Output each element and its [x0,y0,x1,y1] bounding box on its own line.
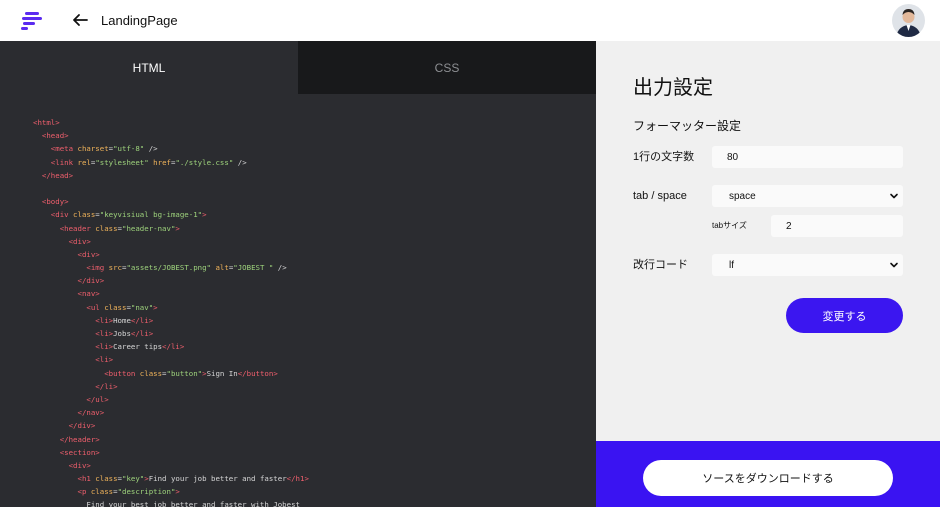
chevron-down-icon [890,193,898,199]
avatar-image [892,4,925,37]
code-line: <button class="button">Sign In</button> [33,368,278,378]
output-settings-panel: 出力設定 フォーマッター設定 1行の文字数 80 tab / space spa… [596,41,940,441]
code-line: <h1 class="key">Find your job better and… [33,474,309,484]
code-line: <li> [33,355,114,365]
tab-html[interactable]: HTML [0,41,298,94]
user-avatar[interactable] [892,4,925,37]
newline-code-select[interactable]: lf [712,254,903,276]
code-line: <html> [33,118,60,127]
code-content[interactable]: <html> <head> <meta charset="utf-8" /> <… [33,116,309,507]
code-line: </nav> [33,408,105,418]
code-line: <body> [33,197,69,207]
apply-settings-button[interactable]: 変更する [786,298,903,333]
chars-per-line-input[interactable]: 80 [712,146,903,168]
code-line: <div> [33,236,91,246]
code-line: <div> [33,460,91,470]
code-line: <img src="assets/JOBEST.png" alt="JOBEST… [33,263,287,273]
code-line: </div> [33,276,105,286]
tab-css[interactable]: CSS [298,41,596,94]
code-line: <ul class="nav"> [33,302,158,312]
code-line: <div> [33,249,100,259]
code-line: <link rel="stylesheet" href="./style.css… [33,157,247,167]
page-title: LandingPage [101,13,178,28]
code-line: <header class="header-nav"> [33,223,180,233]
download-panel: ソースをダウンロードする [596,441,940,507]
code-line: <head> [33,131,69,141]
code-line: </head> [33,170,74,180]
app-header: LandingPage [0,0,940,41]
code-line: <div class="keyvisiual bg-image-1"> [33,210,207,220]
code-line: Find your best job better and faster wit… [33,500,300,507]
editor-tabs: HTML CSS [0,41,596,94]
code-line: <nav> [33,289,100,299]
code-line: </div> [33,421,96,431]
indent-type-select[interactable]: space [712,185,903,207]
code-line: <section> [33,447,100,457]
code-line: <li>Career tips</li> [33,342,185,352]
code-line: <meta charset="utf-8" /> [33,144,158,154]
chevron-down-icon [890,262,898,268]
code-line: <li>Jobs</li> [33,329,154,338]
code-line: <p class="description"> [33,487,180,497]
newline-code-value: lf [729,259,734,271]
code-line: <li>Home</li> [33,315,154,325]
formatter-heading: フォーマッター設定 [633,119,742,133]
code-line: </ul> [33,394,109,404]
arrow-left-icon[interactable] [71,11,89,29]
download-source-button[interactable]: ソースをダウンロードする [643,460,893,496]
tab-size-label: tabサイズ [712,221,747,230]
code-line: </header> [33,434,100,444]
newline-code-label: 改行コード [633,259,688,271]
indent-type-label: tab / space [633,190,687,202]
tab-size-input[interactable]: 2 [771,215,903,237]
code-line: </li> [33,381,118,391]
logo-bars-icon[interactable] [21,12,43,30]
code-editor: HTML CSS <html> <head> <meta charset="ut… [0,41,596,507]
settings-title: 出力設定 [633,77,713,99]
chars-per-line-label: 1行の文字数 [633,151,695,163]
indent-type-value: space [729,190,756,202]
